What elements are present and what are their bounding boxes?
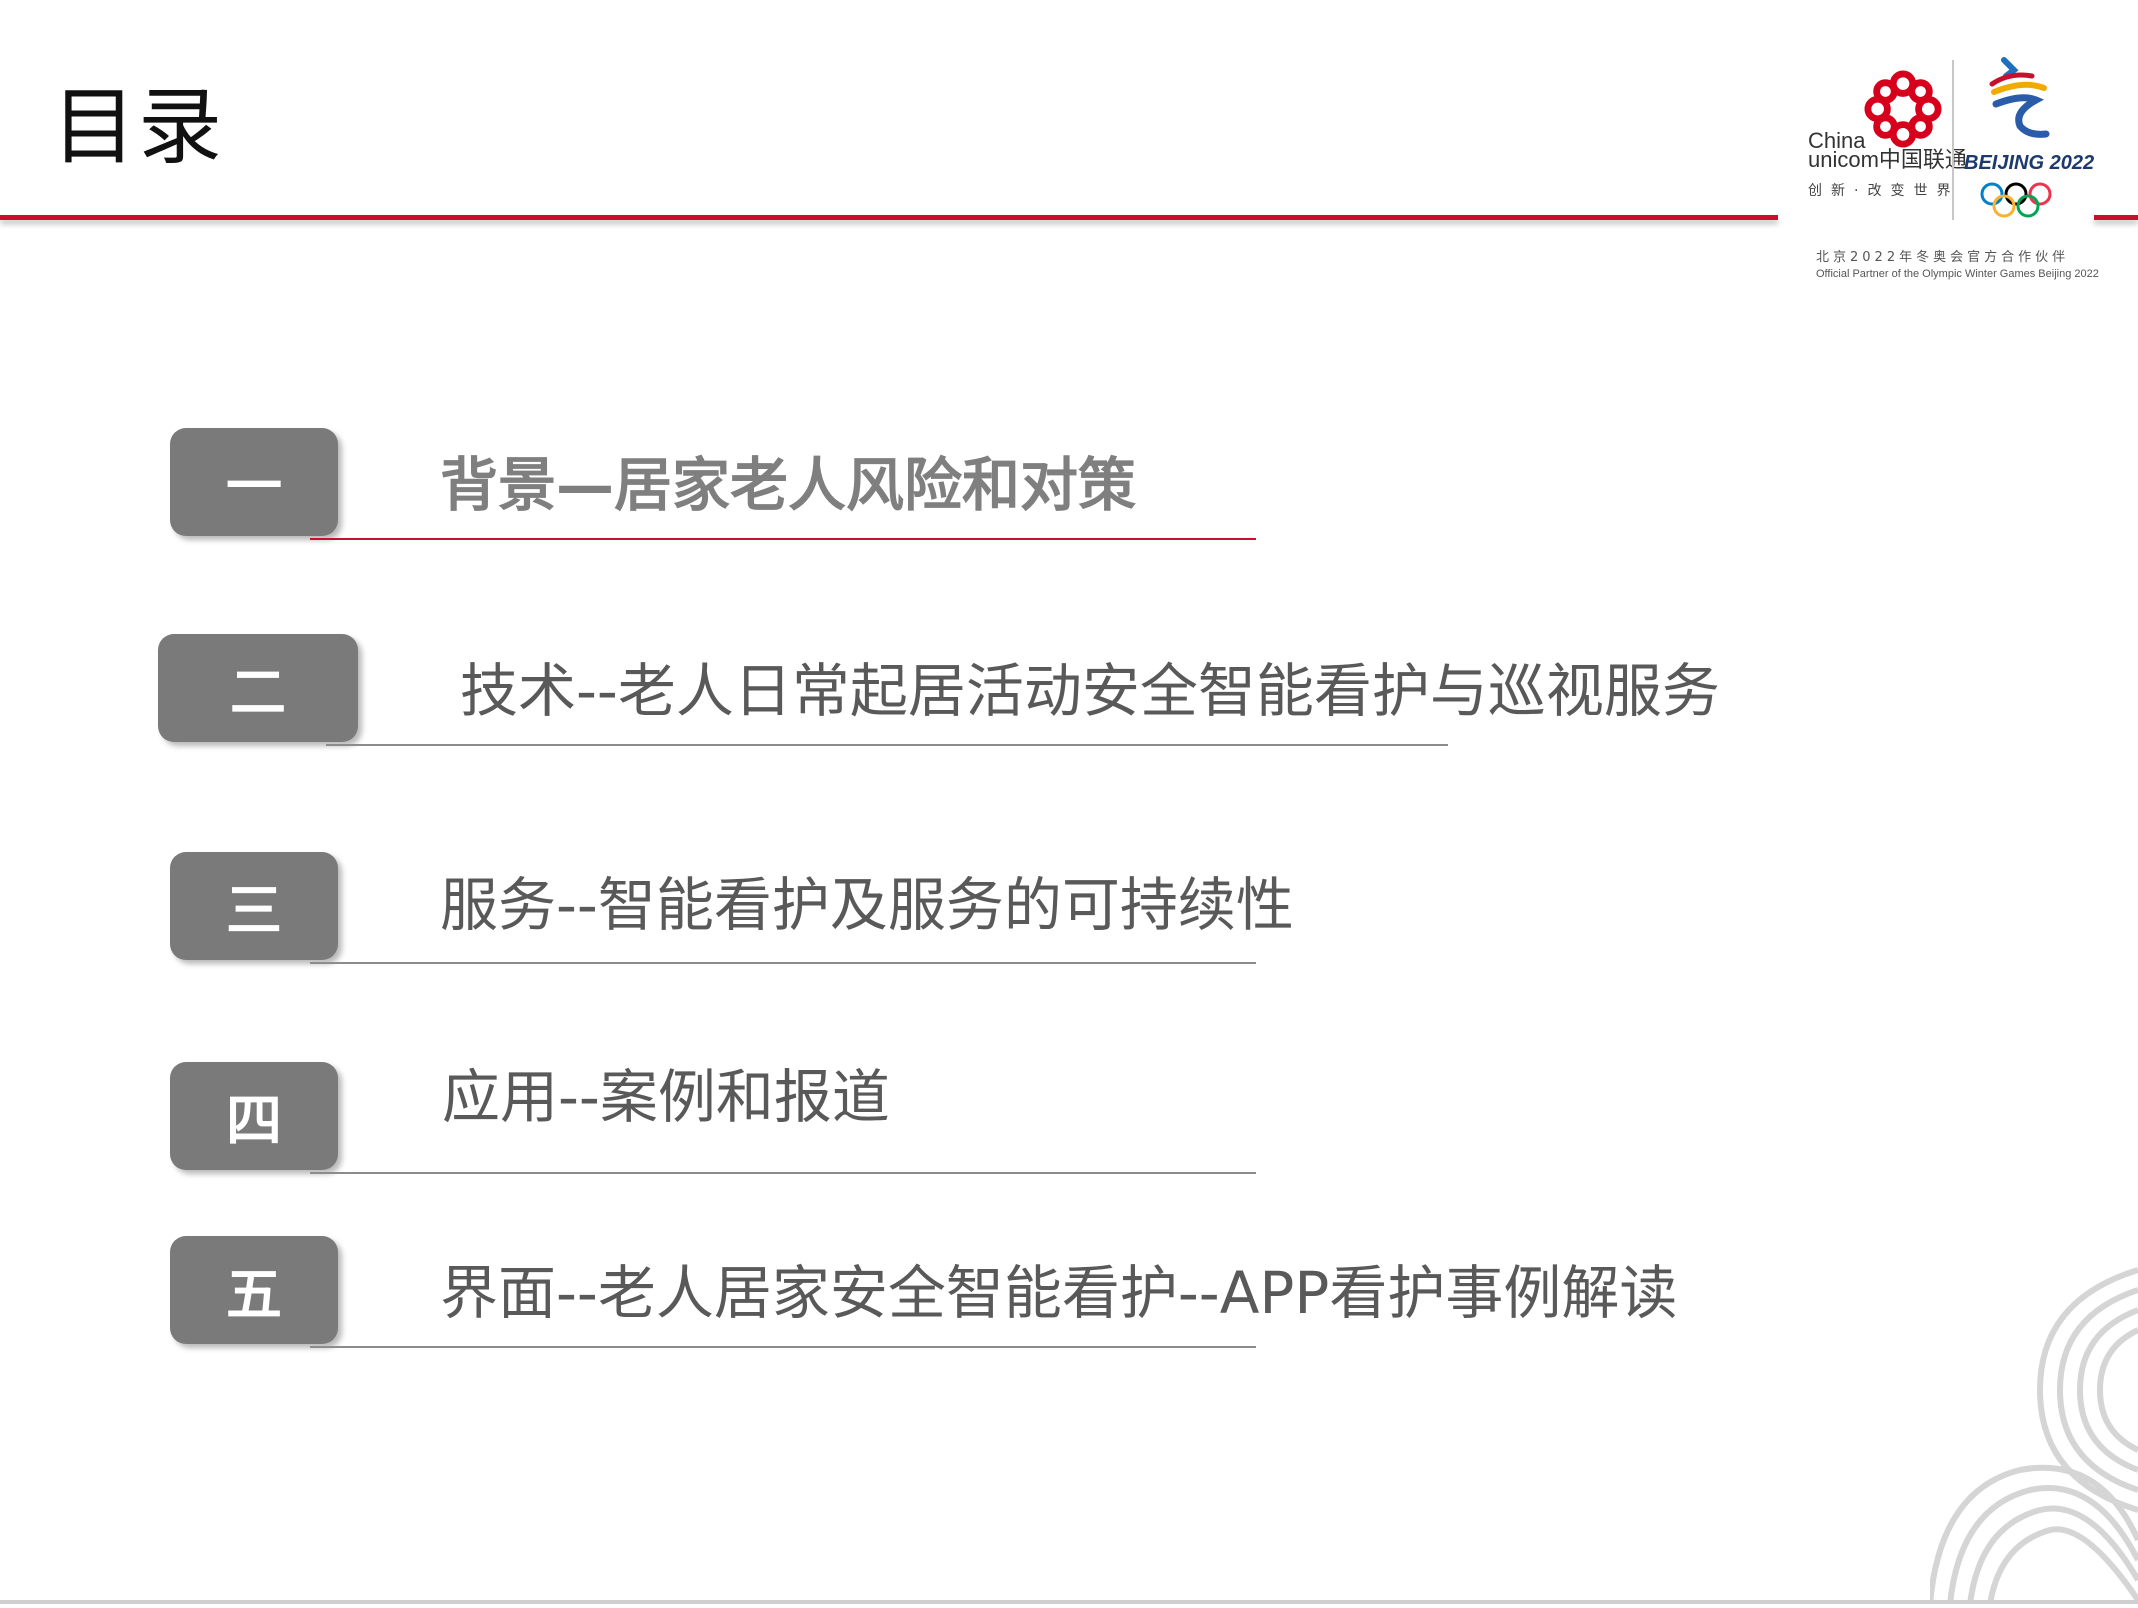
toc-item-3[interactable]: 三 服务--智能看护及服务的可持续性 xyxy=(0,852,2138,972)
toc-item-4[interactable]: 四 应用--案例和报道 xyxy=(0,1062,2138,1182)
unicom-slogan: 创新·改变世界 xyxy=(1808,183,1960,199)
toc-item-title: 界面--老人居家安全智能看护--APP看护事例解读 xyxy=(440,1259,1678,1327)
unicom-name-cn: unicom中国联通 xyxy=(1808,147,1967,172)
toc-item-underline xyxy=(326,744,1448,746)
toc-number-badge: 二 xyxy=(158,634,358,742)
partner-text-cn: 北京2022年冬奥会官方合作伙伴 xyxy=(1816,250,2070,265)
toc-item-underline xyxy=(310,1346,1256,1348)
toc-item-title: 技术--老人日常起居活动安全智能看护与巡视服务 xyxy=(460,657,1720,725)
header-divider xyxy=(0,215,1778,220)
toc-number-badge: 一 xyxy=(170,428,338,536)
unicom-knot-icon xyxy=(1864,70,1942,148)
page-title: 目录 xyxy=(52,78,225,176)
toc-item-title: 应用--案例和报道 xyxy=(442,1063,890,1131)
logo-divider xyxy=(1952,60,1954,220)
toc-item-title: 背景—居家老人风险和对策 xyxy=(440,451,1137,519)
toc-item-underline xyxy=(310,538,1256,540)
beijing-2022-text: BEIJING 2022 xyxy=(1964,152,2095,174)
logo-area: China unicom中国联通 创新·改变世界 BEIJING 2022 北京… xyxy=(1796,50,2099,290)
bottom-border xyxy=(0,1600,2138,1604)
toc-item-1[interactable]: 一 背景—居家老人风险和对策 xyxy=(0,428,2138,548)
toc-number-badge: 四 xyxy=(170,1062,338,1170)
toc-item-5[interactable]: 五 界面--老人居家安全智能看护--APP看护事例解读 xyxy=(0,1236,2138,1356)
toc-item-underline xyxy=(310,962,1256,964)
header-divider-right xyxy=(2094,215,2138,220)
decorative-knot-pattern-icon xyxy=(1930,1267,2138,1604)
toc-number-badge: 五 xyxy=(170,1236,338,1344)
toc-item-2[interactable]: 二 技术--老人日常起居活动安全智能看护与巡视服务 xyxy=(0,634,2138,754)
partner-text-en: Official Partner of the Olympic Winter G… xyxy=(1816,268,2099,280)
toc-item-title: 服务--智能看护及服务的可持续性 xyxy=(440,871,1294,939)
toc-number-badge: 三 xyxy=(170,852,338,960)
olympic-rings-icon xyxy=(1980,182,2052,218)
toc-item-underline xyxy=(310,1172,1256,1174)
beijing-2022-emblem-icon xyxy=(1989,57,2050,138)
